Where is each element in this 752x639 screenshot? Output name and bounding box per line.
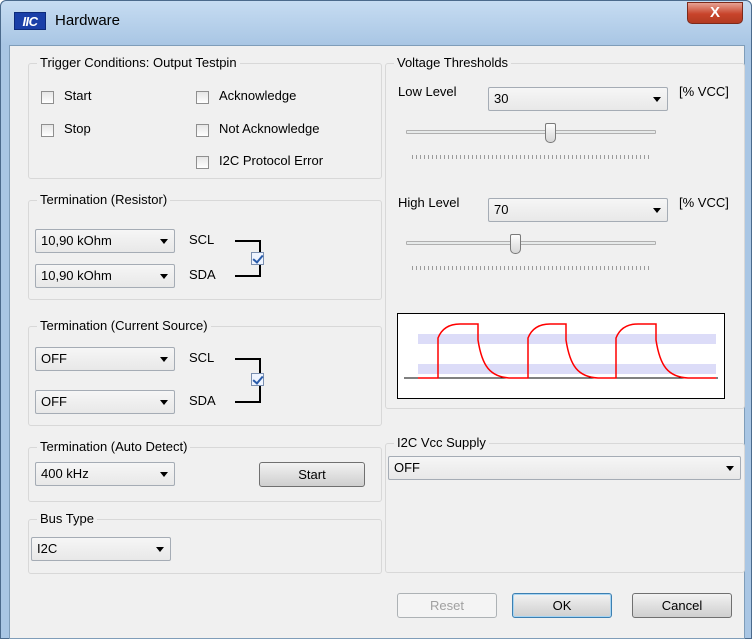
trigger-conditions-group: Trigger Conditions: Output Testpin Start…: [28, 55, 382, 179]
termination-current-label: Termination (Current Source): [37, 318, 211, 334]
high-level-slider-track[interactable]: [406, 241, 656, 245]
chevron-down-icon: [653, 97, 661, 102]
voltage-thresholds-group: Voltage Thresholds Low Level 30 [% VCC] …: [385, 55, 745, 409]
chevron-down-icon: [726, 466, 734, 471]
termination-resistor-group: Termination (Resistor) 10,90 kOhm SCL 10…: [28, 192, 382, 300]
vcc-supply-group: I2C Vcc Supply OFF: [385, 435, 745, 573]
chevron-down-icon: [160, 274, 168, 279]
termination-auto-detect-label: Termination (Auto Detect): [37, 439, 191, 455]
chevron-down-icon: [653, 208, 661, 213]
auto-detect-start-button[interactable]: Start: [259, 462, 365, 487]
auto-detect-speed-select[interactable]: 400 kHz: [35, 462, 175, 486]
high-level-select[interactable]: 70: [488, 198, 668, 222]
vcc-supply-label: I2C Vcc Supply: [394, 435, 489, 451]
link-resistor-checkbox[interactable]: [251, 252, 264, 265]
not-acknowledge-checkbox[interactable]: [196, 124, 209, 137]
stop-checkbox-label: Stop: [64, 121, 91, 136]
bus-type-value: I2C: [37, 541, 58, 556]
acknowledge-checkbox[interactable]: [196, 91, 209, 104]
low-level-slider-ticks: [412, 155, 652, 159]
low-level-value: 30: [494, 91, 509, 106]
vcc-supply-value: OFF: [394, 460, 420, 475]
sda-label: SDA: [189, 267, 216, 282]
termination-current-group: Termination (Current Source) OFF SCL OFF…: [28, 318, 382, 426]
low-level-select[interactable]: 30: [488, 87, 668, 111]
voltage-thresholds-label: Voltage Thresholds: [394, 55, 512, 71]
dialog-body: Trigger Conditions: Output Testpin Start…: [9, 45, 745, 639]
sda-resistor-select[interactable]: 10,90 kOhm: [35, 264, 175, 288]
start-checkbox[interactable]: [41, 91, 54, 104]
bus-type-group: Bus Type I2C: [28, 511, 382, 574]
termination-auto-detect-group: Termination (Auto Detect) 400 kHz Start: [28, 439, 382, 502]
chevron-down-icon: [160, 472, 168, 477]
start-checkbox-label: Start: [64, 88, 92, 103]
window-title: Hardware: [55, 12, 121, 29]
close-button[interactable]: X: [687, 2, 743, 24]
iic-app-icon: IIC: [14, 12, 46, 30]
scl-current-value: OFF: [41, 351, 67, 366]
chevron-down-icon: [156, 547, 164, 552]
low-level-slider-track[interactable]: [406, 130, 656, 134]
high-level-value: 70: [494, 202, 509, 217]
chevron-down-icon: [160, 400, 168, 405]
protocol-error-checkbox-label: I2C Protocol Error: [219, 153, 324, 168]
not-acknowledge-checkbox-label: Not Acknowledge: [219, 121, 320, 136]
acknowledge-checkbox-label: Acknowledge: [219, 88, 297, 103]
title-bar[interactable]: IIC Hardware X: [1, 1, 751, 45]
stop-checkbox[interactable]: [41, 124, 54, 137]
trigger-conditions-label: Trigger Conditions: Output Testpin: [37, 55, 240, 71]
high-level-label: High Level: [398, 195, 460, 210]
low-level-slider-thumb[interactable]: [545, 123, 556, 143]
low-level-label: Low Level: [398, 84, 457, 99]
ok-button[interactable]: OK: [512, 593, 612, 618]
sda-resistor-value: 10,90 kOhm: [41, 268, 112, 283]
chevron-down-icon: [160, 239, 168, 244]
hardware-dialog: IIC Hardware X Trigger Conditions: Outpu…: [0, 0, 752, 639]
bus-type-label: Bus Type: [37, 511, 97, 527]
signal-preview-graphic: [404, 323, 718, 379]
scl-current-select[interactable]: OFF: [35, 347, 175, 371]
termination-resistor-label: Termination (Resistor): [37, 192, 171, 208]
high-level-slider-ticks: [412, 266, 652, 270]
chevron-down-icon: [160, 357, 168, 362]
reset-button[interactable]: Reset: [397, 593, 497, 618]
threshold-preview: [397, 313, 725, 399]
scl-label: SCL: [189, 350, 215, 365]
scl-resistor-select[interactable]: 10,90 kOhm: [35, 229, 175, 253]
protocol-error-checkbox[interactable]: [196, 156, 209, 169]
scl-label: SCL: [189, 232, 215, 247]
high-level-unit: [% VCC]: [679, 195, 729, 210]
sda-current-select[interactable]: OFF: [35, 390, 175, 414]
scl-resistor-value: 10,90 kOhm: [41, 233, 112, 248]
vcc-supply-select[interactable]: OFF: [388, 456, 741, 480]
link-current-checkbox[interactable]: [251, 373, 264, 386]
bus-type-select[interactable]: I2C: [31, 537, 171, 561]
sda-current-value: OFF: [41, 394, 67, 409]
sda-label: SDA: [189, 393, 216, 408]
high-level-slider-thumb[interactable]: [510, 234, 521, 254]
cancel-button[interactable]: Cancel: [632, 593, 732, 618]
low-level-unit: [% VCC]: [679, 84, 729, 99]
auto-detect-speed-value: 400 kHz: [41, 466, 89, 481]
